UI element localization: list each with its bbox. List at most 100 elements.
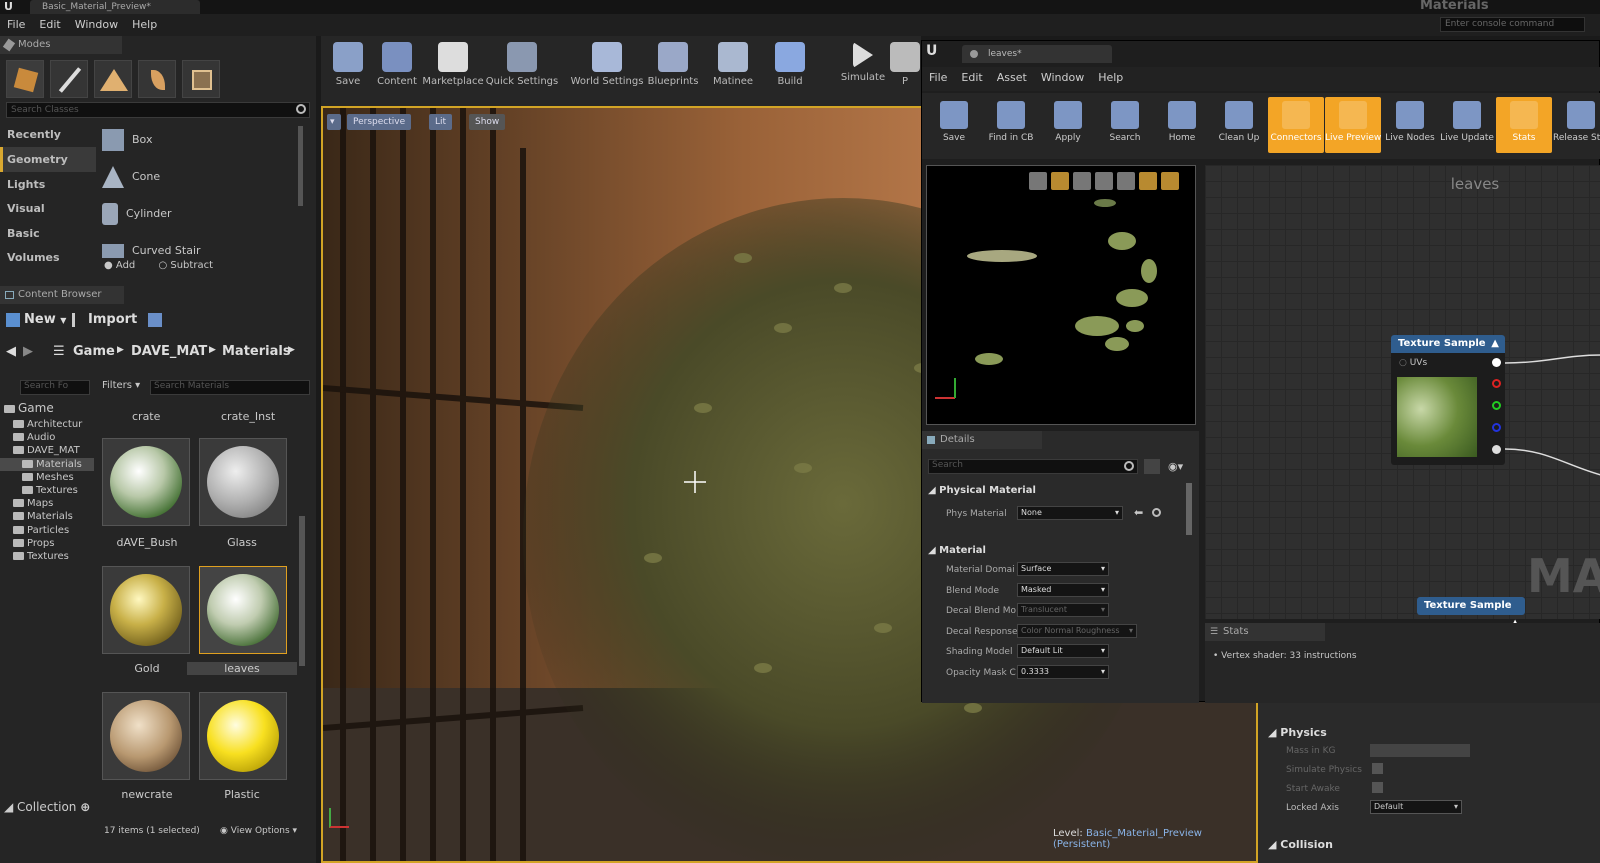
tree-item-audio[interactable]: Audio bbox=[0, 431, 94, 444]
breadcrumb-materials[interactable]: Materials bbox=[222, 344, 291, 359]
detail-value-shading-model[interactable]: Default Lit ▾ bbox=[1017, 644, 1109, 659]
toolbar-build-button[interactable]: Build bbox=[767, 42, 813, 87]
me-menu-window[interactable]: Window bbox=[1034, 67, 1091, 89]
modes-tab[interactable]: Modes bbox=[0, 36, 122, 54]
me-toolbar-clean-up-button[interactable]: Clean Up bbox=[1211, 97, 1267, 153]
detail-value-decal-response[interactable]: Color Normal Roughness ▾ bbox=[1017, 623, 1137, 638]
material-graph[interactable]: leaves MAT Texture Sample▲ ○ UVs Texture… bbox=[1205, 165, 1600, 629]
plane-preview-icon[interactable] bbox=[1073, 172, 1091, 190]
breadcrumb-game[interactable]: Game bbox=[73, 344, 115, 359]
realtime-toggle-icon[interactable] bbox=[1161, 172, 1179, 190]
toolbar-blueprints-button[interactable]: Blueprints bbox=[641, 42, 705, 87]
shape-cylinder[interactable]: Cylinder bbox=[102, 199, 172, 229]
details-search-input[interactable]: Search bbox=[928, 459, 1138, 474]
shape-cone[interactable]: Cone bbox=[102, 162, 160, 192]
eye-icon[interactable]: ◉▾ bbox=[1168, 460, 1183, 473]
menu-window[interactable]: Window bbox=[68, 14, 125, 36]
tree-item-textures[interactable]: Textures bbox=[0, 550, 94, 563]
lit-button[interactable]: Lit bbox=[429, 114, 453, 130]
save-all-button[interactable] bbox=[148, 312, 162, 327]
viewport-options-button[interactable]: ▾ bbox=[327, 114, 341, 130]
detail-value-blend-mode[interactable]: Masked ▾ bbox=[1017, 582, 1109, 597]
tree-item-textures[interactable]: Textures bbox=[0, 484, 94, 497]
tree-item-dave-mat[interactable]: DAVE_MAT bbox=[0, 444, 94, 457]
me-toolbar-live-update-button[interactable]: Live Update bbox=[1439, 97, 1495, 153]
tree-item-particles[interactable]: Particles bbox=[0, 524, 94, 537]
asset-plastic[interactable] bbox=[199, 692, 287, 780]
stats-tab[interactable]: ☰ Stats bbox=[1205, 623, 1325, 641]
cylinder-preview-icon[interactable] bbox=[1029, 172, 1047, 190]
collections-header[interactable]: ◢ Collection ⊕ bbox=[4, 800, 90, 814]
content-browser-tab[interactable]: Content Browser bbox=[0, 286, 124, 304]
console-input[interactable]: Enter console command bbox=[1440, 17, 1585, 32]
level-tab[interactable]: Basic_Material_Preview* bbox=[30, 0, 200, 14]
material-section[interactable]: ◢ Material bbox=[928, 545, 986, 556]
tree-item-game[interactable]: Game bbox=[0, 402, 94, 418]
toolbar-quick-settings-button[interactable]: Quick Settings bbox=[481, 42, 563, 87]
toolbar-p-button[interactable]: P bbox=[887, 42, 923, 87]
category-volumes[interactable]: Volumes bbox=[0, 245, 96, 270]
detail-value-decal-blend-mo[interactable]: Translucent ▾ bbox=[1017, 603, 1109, 618]
menu-file[interactable]: File bbox=[0, 14, 32, 36]
toolbar-world-settings-button[interactable]: World Settings bbox=[565, 42, 649, 87]
physical-material-section[interactable]: ◢ Physical Material bbox=[928, 485, 1036, 496]
tree-item-maps[interactable]: Maps bbox=[0, 497, 94, 510]
material-preview-viewport[interactable] bbox=[926, 165, 1196, 425]
me-menu-asset[interactable]: Asset bbox=[990, 67, 1034, 89]
start-awake-checkbox[interactable] bbox=[1372, 782, 1383, 793]
tree-item-materials[interactable]: Materials bbox=[0, 510, 94, 523]
browse-icon[interactable] bbox=[1152, 508, 1161, 517]
me-menu-file[interactable]: File bbox=[922, 67, 954, 89]
view-options-button[interactable]: ◉ View Options ▾ bbox=[220, 826, 297, 836]
cube-preview-icon[interactable] bbox=[1095, 172, 1113, 190]
perspective-button[interactable]: Perspective bbox=[347, 114, 412, 130]
mesh-preview-icon[interactable] bbox=[1117, 172, 1135, 190]
toolbar-simulate-button[interactable]: Simulate bbox=[833, 42, 893, 83]
back-arrow-icon[interactable]: ◀ bbox=[6, 344, 16, 359]
category-recently-placed[interactable]: Recently Placed bbox=[0, 122, 96, 166]
asset-glass[interactable] bbox=[199, 438, 287, 526]
physics-section-header[interactable]: ◢ Physics bbox=[1268, 726, 1327, 739]
category-lights[interactable]: Lights bbox=[0, 172, 96, 197]
simulate-physics-checkbox[interactable] bbox=[1372, 763, 1383, 774]
property-matrix-icon[interactable] bbox=[1144, 459, 1160, 474]
texture-sample-node-2[interactable]: Texture Sample▲ bbox=[1417, 597, 1525, 629]
subtract-radio[interactable]: ○ Subtract bbox=[158, 260, 213, 271]
me-toolbar-live-nodes-button[interactable]: Live Nodes bbox=[1382, 97, 1438, 153]
me-toolbar-find-in-cb-button[interactable]: Find in CB bbox=[983, 97, 1039, 153]
detail-value-material-domai[interactable]: Surface ▾ bbox=[1017, 562, 1109, 576]
asset-gold[interactable] bbox=[102, 566, 190, 654]
asset-dave-bush[interactable] bbox=[102, 438, 190, 526]
category-geometry[interactable]: Geometry bbox=[0, 147, 96, 172]
geometry-mode-button[interactable] bbox=[182, 60, 220, 98]
phys-material-select[interactable]: None ▾ bbox=[1017, 506, 1123, 520]
asset-scrollbar[interactable] bbox=[299, 516, 305, 666]
show-button[interactable]: Show bbox=[469, 114, 506, 130]
collision-section-header[interactable]: ◢ Collision bbox=[1268, 838, 1333, 851]
detail-value-opacity-mask-c[interactable]: 0.3333 ▾ bbox=[1017, 665, 1109, 679]
tree-item-materials[interactable]: Materials bbox=[0, 457, 94, 471]
asset-newcrate[interactable] bbox=[102, 692, 190, 780]
me-toolbar-search-button[interactable]: Search bbox=[1097, 97, 1153, 153]
asset-leaves[interactable] bbox=[199, 566, 287, 654]
me-toolbar-connectors-button[interactable]: Connectors bbox=[1268, 97, 1324, 153]
category-basic[interactable]: Basic bbox=[0, 221, 96, 246]
me-toolbar-release-stats-button[interactable]: Release Stats bbox=[1553, 97, 1600, 153]
tree-item-props[interactable]: Props bbox=[0, 537, 94, 550]
me-toolbar-apply-button[interactable]: Apply bbox=[1040, 97, 1096, 153]
foliage-mode-button[interactable] bbox=[138, 60, 176, 98]
toolbar-marketplace-button[interactable]: Marketplace bbox=[417, 42, 489, 87]
menu-edit[interactable]: Edit bbox=[32, 14, 67, 36]
category-visual[interactable]: Visual bbox=[0, 196, 96, 221]
me-menu-help[interactable]: Help bbox=[1091, 67, 1130, 89]
sphere-preview-icon[interactable] bbox=[1051, 172, 1069, 190]
me-toolbar-save-button[interactable]: Save bbox=[926, 97, 982, 153]
me-toolbar-live-preview-button[interactable]: Live Preview bbox=[1325, 97, 1381, 153]
details-tab[interactable]: Details bbox=[922, 431, 1042, 449]
use-selected-arrow-icon[interactable]: ⬅ bbox=[1134, 506, 1143, 519]
paint-mode-button[interactable] bbox=[50, 60, 88, 98]
toolbar-save-button[interactable]: Save bbox=[325, 42, 371, 87]
details-scrollbar[interactable] bbox=[1186, 483, 1192, 535]
tree-item-architectur[interactable]: Architectur bbox=[0, 418, 94, 431]
me-menu-edit[interactable]: Edit bbox=[954, 67, 989, 89]
